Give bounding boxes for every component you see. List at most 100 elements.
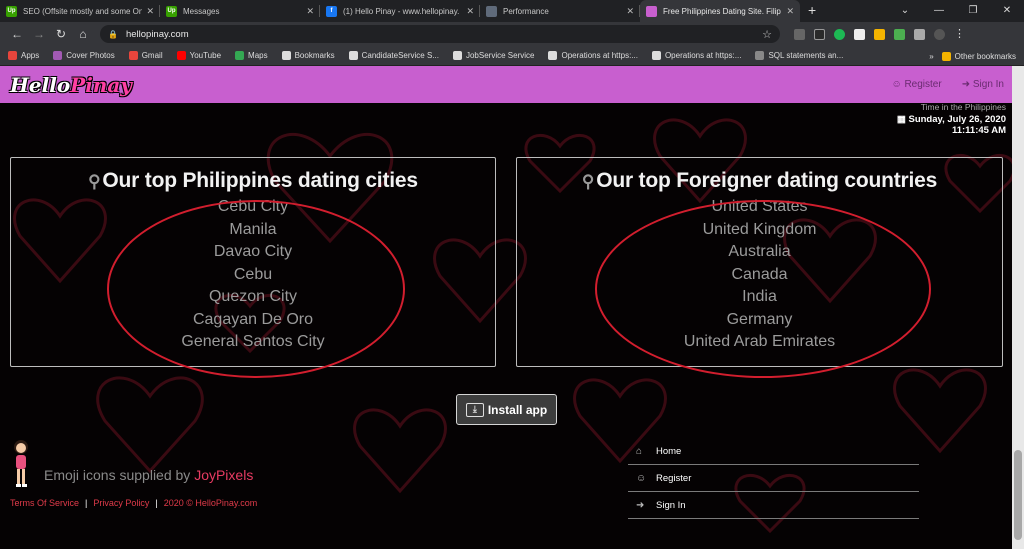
puzzle-icon[interactable] xyxy=(914,28,925,40)
bookmark-label: Cover Photos xyxy=(66,51,115,60)
bookmark-label: Operations at https:... xyxy=(561,51,638,60)
footer-nav-label: Register xyxy=(656,472,692,484)
map-pin-icon: ⚲ xyxy=(88,172,101,191)
forward-button[interactable]: → xyxy=(28,27,50,41)
sign-in-icon: ➜ xyxy=(636,499,645,511)
apps-icon xyxy=(8,51,17,60)
bookmark-item[interactable]: Operations at https:... xyxy=(548,51,638,60)
header-register-link[interactable]: ☺ Register xyxy=(891,79,941,90)
smiley-icon: ☺ xyxy=(636,472,647,484)
close-tab-icon[interactable]: ✕ xyxy=(786,6,794,17)
countries-heading: ⚲Our top Foreigner dating countries xyxy=(517,169,1002,193)
bookmark-item[interactable]: JobService Service xyxy=(452,51,534,60)
cover-photos-icon xyxy=(53,51,63,60)
logo-hello: Hello xyxy=(10,72,71,97)
footer-nav-sign-in[interactable]: ➜ Sign In xyxy=(628,492,919,519)
scrollbar-thumb[interactable] xyxy=(1014,450,1022,540)
lock-icon: 🔒 xyxy=(108,29,118,39)
joypixels-link[interactable]: JoyPixels xyxy=(194,467,253,483)
emoji-credit: Emoji icons supplied by JoyPixels xyxy=(44,467,253,483)
gmail-icon xyxy=(128,51,138,60)
extension-icon[interactable] xyxy=(794,28,805,40)
footer-nav-label: Home xyxy=(656,445,682,457)
browser-tab[interactable]: Performance ✕ xyxy=(480,0,640,22)
separator: | xyxy=(155,498,158,508)
hellopinay-icon xyxy=(646,5,657,17)
bookmark-star-icon[interactable]: ☆ xyxy=(762,28,772,41)
page-scrollbar[interactable] xyxy=(1012,66,1024,549)
install-app-button[interactable]: ⤓ Install app xyxy=(456,394,557,425)
smiley-icon: ☺ xyxy=(891,79,905,90)
folder-icon xyxy=(941,51,951,61)
extension-icon[interactable] xyxy=(874,28,885,40)
bookmark-label: CandidateService S... xyxy=(361,51,439,60)
bookmark-item[interactable]: YouTube xyxy=(176,51,222,60)
terms-link[interactable]: Terms Of Service xyxy=(10,498,79,508)
bookmark-item[interactable]: Apps xyxy=(8,51,39,60)
globe-icon xyxy=(452,51,462,60)
avatar[interactable] xyxy=(934,28,945,40)
install-label: Install app xyxy=(487,402,548,417)
close-tab-icon[interactable]: ✕ xyxy=(306,6,314,17)
download-icon: ⤓ xyxy=(465,402,484,417)
footer-nav-home[interactable]: ⌂ Home xyxy=(628,438,919,465)
extension-icon[interactable] xyxy=(894,28,905,40)
bookmark-label: Maps xyxy=(248,51,268,60)
privacy-link[interactable]: Privacy Policy xyxy=(93,498,149,508)
bookmark-item[interactable]: Bookmarks xyxy=(281,51,335,60)
address-bar[interactable]: 🔒 hellopinay.com ☆ xyxy=(100,25,780,43)
date-text: Sunday, July 26, 2020 xyxy=(908,114,1006,125)
footer-nav-register[interactable]: ☺ Register xyxy=(628,465,919,492)
bookmarks-list: Apps Cover Photos Gmail YouTube Maps Bookmark… xyxy=(8,51,843,60)
bookmark-item[interactable]: Maps xyxy=(235,51,268,60)
extensions: ⋮ xyxy=(794,28,965,40)
cities-heading: ⚲Our top Philippines dating cities xyxy=(11,169,495,193)
close-tab-icon[interactable]: ✕ xyxy=(626,6,634,17)
extension-icon[interactable] xyxy=(854,28,865,40)
browser-tab[interactable]: Up SEO (Offsite mostly and some On ✕ xyxy=(0,0,160,22)
other-bookmarks[interactable]: Other bookmarks xyxy=(941,51,1016,61)
close-window-button[interactable]: ✕ xyxy=(990,0,1024,22)
close-tab-icon[interactable]: ✕ xyxy=(466,6,474,17)
globe-icon xyxy=(348,51,358,60)
tab-title: Performance xyxy=(503,6,549,16)
logo-pinay: Pinay xyxy=(70,72,132,97)
separator: | xyxy=(85,498,88,508)
tab-title: Free Philippines Dating Site. Filip xyxy=(663,6,781,16)
mascot-girl-icon xyxy=(14,440,28,487)
bookmark-item[interactable]: Operations at https:... xyxy=(651,51,741,60)
copyright-text: 2020 © HelloPinay.com xyxy=(163,498,258,508)
github-icon xyxy=(755,51,765,60)
home-button[interactable]: ⌂ xyxy=(72,27,94,41)
minimize-button[interactable]: — xyxy=(922,0,956,22)
bookmark-label: Apps xyxy=(21,51,40,60)
back-button[interactable]: ← xyxy=(6,27,28,41)
youtube-icon xyxy=(176,51,186,60)
browser-tab[interactable]: f (1) Hello Pinay - www.hellopinay. ✕ xyxy=(320,0,480,22)
header-links: ☺ Register ➜ Sign In xyxy=(891,79,1004,90)
browser-tab[interactable]: Up Messages ✕ xyxy=(160,0,320,22)
chevron-down-icon[interactable]: ⌄ xyxy=(888,0,922,22)
extension-icon[interactable] xyxy=(834,28,845,40)
bookmark-item[interactable]: SQL statements an... xyxy=(755,51,843,60)
maps-icon xyxy=(235,51,245,60)
bookmark-item[interactable]: Cover Photos xyxy=(53,51,115,60)
footer-nav-label: Sign In xyxy=(656,499,686,511)
maximize-button[interactable]: ❐ xyxy=(956,0,990,22)
more-bookmarks-button[interactable]: » xyxy=(929,52,933,61)
url-text: hellopinay.com xyxy=(125,28,189,40)
close-tab-icon[interactable]: ✕ xyxy=(146,6,154,17)
extension-icon[interactable] xyxy=(814,28,825,40)
bookmark-label: YouTube xyxy=(189,51,222,60)
site-header: HelloPinay ☺ Register ➜ Sign In xyxy=(0,66,1012,103)
header-sign-in-link[interactable]: ➜ Sign In xyxy=(962,79,1004,90)
bookmark-item[interactable]: Gmail xyxy=(128,51,163,60)
performance-icon xyxy=(486,5,497,17)
new-tab-button[interactable]: + xyxy=(808,2,816,18)
browser-tab[interactable]: Free Philippines Dating Site. Filip ✕ xyxy=(640,0,800,22)
bookmark-item[interactable]: CandidateService S... xyxy=(348,51,439,60)
more-menu-icon[interactable]: ⋮ xyxy=(954,28,965,40)
browser-toolbar: ← → ↻ ⌂ 🔒 hellopinay.com ☆ ⋮ xyxy=(0,22,1024,46)
reload-button[interactable]: ↻ xyxy=(50,27,72,41)
site-logo[interactable]: HelloPinay xyxy=(10,73,132,97)
